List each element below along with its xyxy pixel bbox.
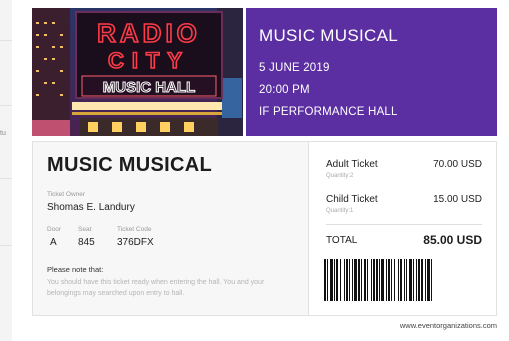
note-body: You should have this ticket ready when e…	[47, 279, 265, 297]
order-item-price: 70.00 USD	[433, 159, 482, 170]
barcode-bar	[406, 259, 407, 301]
barcode-bar	[340, 259, 341, 301]
barcode-bar	[346, 259, 348, 301]
event-time: 20:00 PM	[259, 84, 310, 96]
barcode-bar	[394, 259, 395, 301]
ticket-details: MUSIC MUSICAL Ticket Owner Shomas E. Lan…	[33, 142, 308, 315]
barcode-bar	[371, 259, 372, 301]
barcode-bar	[344, 259, 345, 301]
barcode-bar	[386, 259, 387, 301]
ticket-title: MUSIC MUSICAL	[47, 154, 213, 176]
barcode-bar	[330, 259, 333, 301]
barcode-bar	[418, 259, 420, 301]
barcode-bar	[398, 259, 399, 301]
event-info-panel: MUSIC MUSICAL 5 JUNE 2019 20:00 PM IF PE…	[246, 8, 497, 136]
barcode-bar	[416, 259, 417, 301]
barcode-bar	[409, 259, 412, 301]
sign-line2: CITY	[108, 48, 190, 73]
order-item-label: Child Ticket	[326, 194, 378, 205]
background-divider	[0, 178, 12, 179]
barcode-bar	[379, 259, 380, 301]
order-summary: Adult Ticket Quantity:2 70.00 USD Child …	[308, 142, 496, 315]
door-label: Door	[47, 226, 62, 233]
seat-value: 845	[78, 237, 95, 248]
neon-sign-graphic: RADIO CITY MUSIC HALL	[32, 8, 243, 136]
background-strip	[0, 0, 12, 341]
order-divider	[326, 224, 482, 225]
barcode-bar	[431, 259, 432, 301]
sign-line1: RADIO	[97, 18, 201, 48]
event-venue: IF PERFORMANCE HALL	[259, 106, 398, 118]
barcode-bar	[358, 259, 360, 301]
barcode-bar	[421, 259, 423, 301]
door-value: A	[50, 237, 57, 248]
barcode-bar	[376, 259, 378, 301]
barcode-bar	[413, 259, 414, 301]
order-item-qty: Quantity:1	[326, 208, 354, 214]
seat-label: Seat	[78, 226, 92, 233]
ticket-code-value: 376DFX	[117, 237, 154, 248]
barcode-bar	[388, 259, 390, 301]
barcode-bar	[336, 259, 338, 301]
barcode-bar	[354, 259, 357, 301]
barcode	[324, 259, 432, 301]
event-title: MUSIC MUSICAL	[259, 26, 398, 45]
total-label: TOTAL	[326, 235, 358, 246]
barcode-bar	[364, 259, 366, 301]
total-price: 85.00 USD	[423, 233, 482, 247]
order-item-price: 15.00 USD	[433, 194, 482, 205]
barcode-bar	[327, 259, 328, 301]
barcode-bar	[391, 259, 392, 301]
background-divider	[0, 105, 12, 106]
barcode-bar	[381, 259, 384, 301]
ticket-owner-name: Shomas E. Landury	[47, 202, 135, 213]
order-item-label: Adult Ticket	[326, 159, 378, 170]
sign-line3: MUSIC HALL	[103, 79, 196, 96]
note-title: Please note that:	[47, 265, 104, 274]
barcode-bar	[334, 259, 335, 301]
background-text: tu	[0, 130, 6, 137]
footer-website: www.eventorganizations.com	[399, 321, 497, 330]
background-divider	[0, 40, 12, 41]
barcode-bar	[373, 259, 375, 301]
barcode-bar	[427, 259, 430, 301]
ticket-owner-label: Ticket Owner	[47, 191, 86, 198]
ticket-code-label: Ticket Code	[117, 226, 152, 233]
background-divider	[0, 245, 12, 246]
barcode-bar	[404, 259, 405, 301]
barcode-bar	[324, 259, 326, 301]
event-date: 5 JUNE 2019	[259, 62, 330, 74]
barcode-bar	[361, 259, 362, 301]
barcode-bar	[349, 259, 350, 301]
barcode-bar	[367, 259, 368, 301]
order-item-qty: Quantity:2	[326, 173, 354, 179]
barcode-bar	[400, 259, 402, 301]
event-image: RADIO CITY MUSIC HALL	[32, 8, 243, 136]
barcode-bar	[425, 259, 426, 301]
barcode-bar	[352, 259, 353, 301]
ticket-card: MUSIC MUSICAL Ticket Owner Shomas E. Lan…	[32, 141, 497, 316]
